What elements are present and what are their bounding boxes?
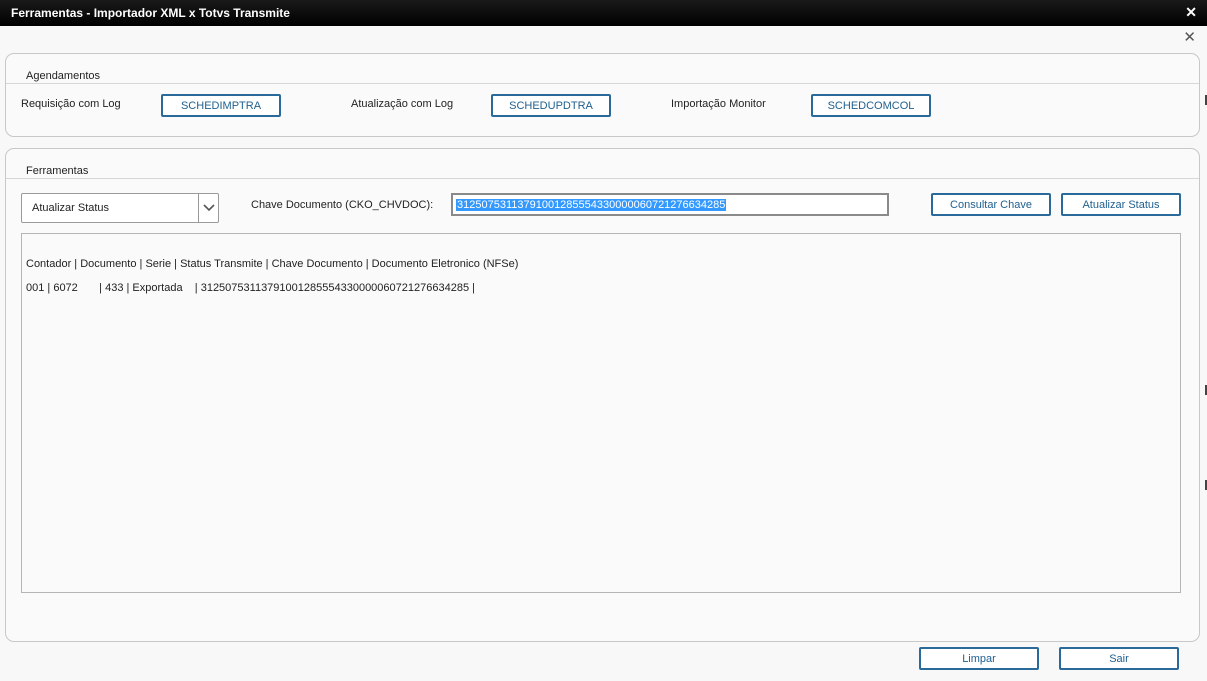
group-divider	[6, 83, 1199, 84]
result-textarea[interactable]: Contador | Documento | Serie | Status Tr…	[21, 233, 1181, 593]
title-bar: Ferramentas - Importador XML x Totvs Tra…	[0, 0, 1207, 26]
action-select-value: Atualizar Status	[32, 202, 110, 214]
update-status-button[interactable]: Atualizar Status	[1061, 193, 1181, 216]
application-window: Ferramentas - Importador XML x Totvs Tra…	[0, 0, 1207, 681]
dialog-close-icon[interactable]: ✕	[1183, 28, 1196, 46]
chevron-down-icon[interactable]	[198, 194, 218, 222]
agendamentos-title: Agendamentos	[26, 70, 100, 82]
window-close-icon[interactable]: ✕	[1185, 4, 1197, 21]
document-key-input[interactable]: 3125075311379100128555433000006072127663…	[451, 193, 889, 216]
exit-button[interactable]: Sair	[1059, 647, 1179, 670]
ferramentas-title: Ferramentas	[26, 165, 89, 177]
schedimptra-button[interactable]: SCHEDIMPTRA	[161, 94, 281, 117]
schedupdtra-button[interactable]: SCHEDUPDTRA	[491, 94, 611, 117]
schedcomcol-button[interactable]: SCHEDCOMCOL	[811, 94, 931, 117]
result-row: 001 | 6072 | 433 | Exportada | 312507531…	[26, 282, 475, 294]
group-divider	[6, 178, 1199, 179]
window-title: Ferramentas - Importador XML x Totvs Tra…	[11, 6, 290, 20]
atualizacao-log-label: Atualização com Log	[351, 98, 454, 110]
clear-button[interactable]: Limpar	[919, 647, 1039, 670]
document-key-value: 3125075311379100128555433000006072127663…	[456, 199, 727, 211]
key-label: Chave Documento (CKO_CHVDOC):	[251, 199, 434, 211]
action-select[interactable]: Atualizar Status	[21, 193, 219, 223]
requisicao-log-label: Requisição com Log	[21, 98, 121, 110]
result-header: Contador | Documento | Serie | Status Tr…	[26, 258, 519, 270]
importacao-monitor-label: Importação Monitor	[671, 98, 766, 110]
consult-key-button[interactable]: Consultar Chave	[931, 193, 1051, 216]
